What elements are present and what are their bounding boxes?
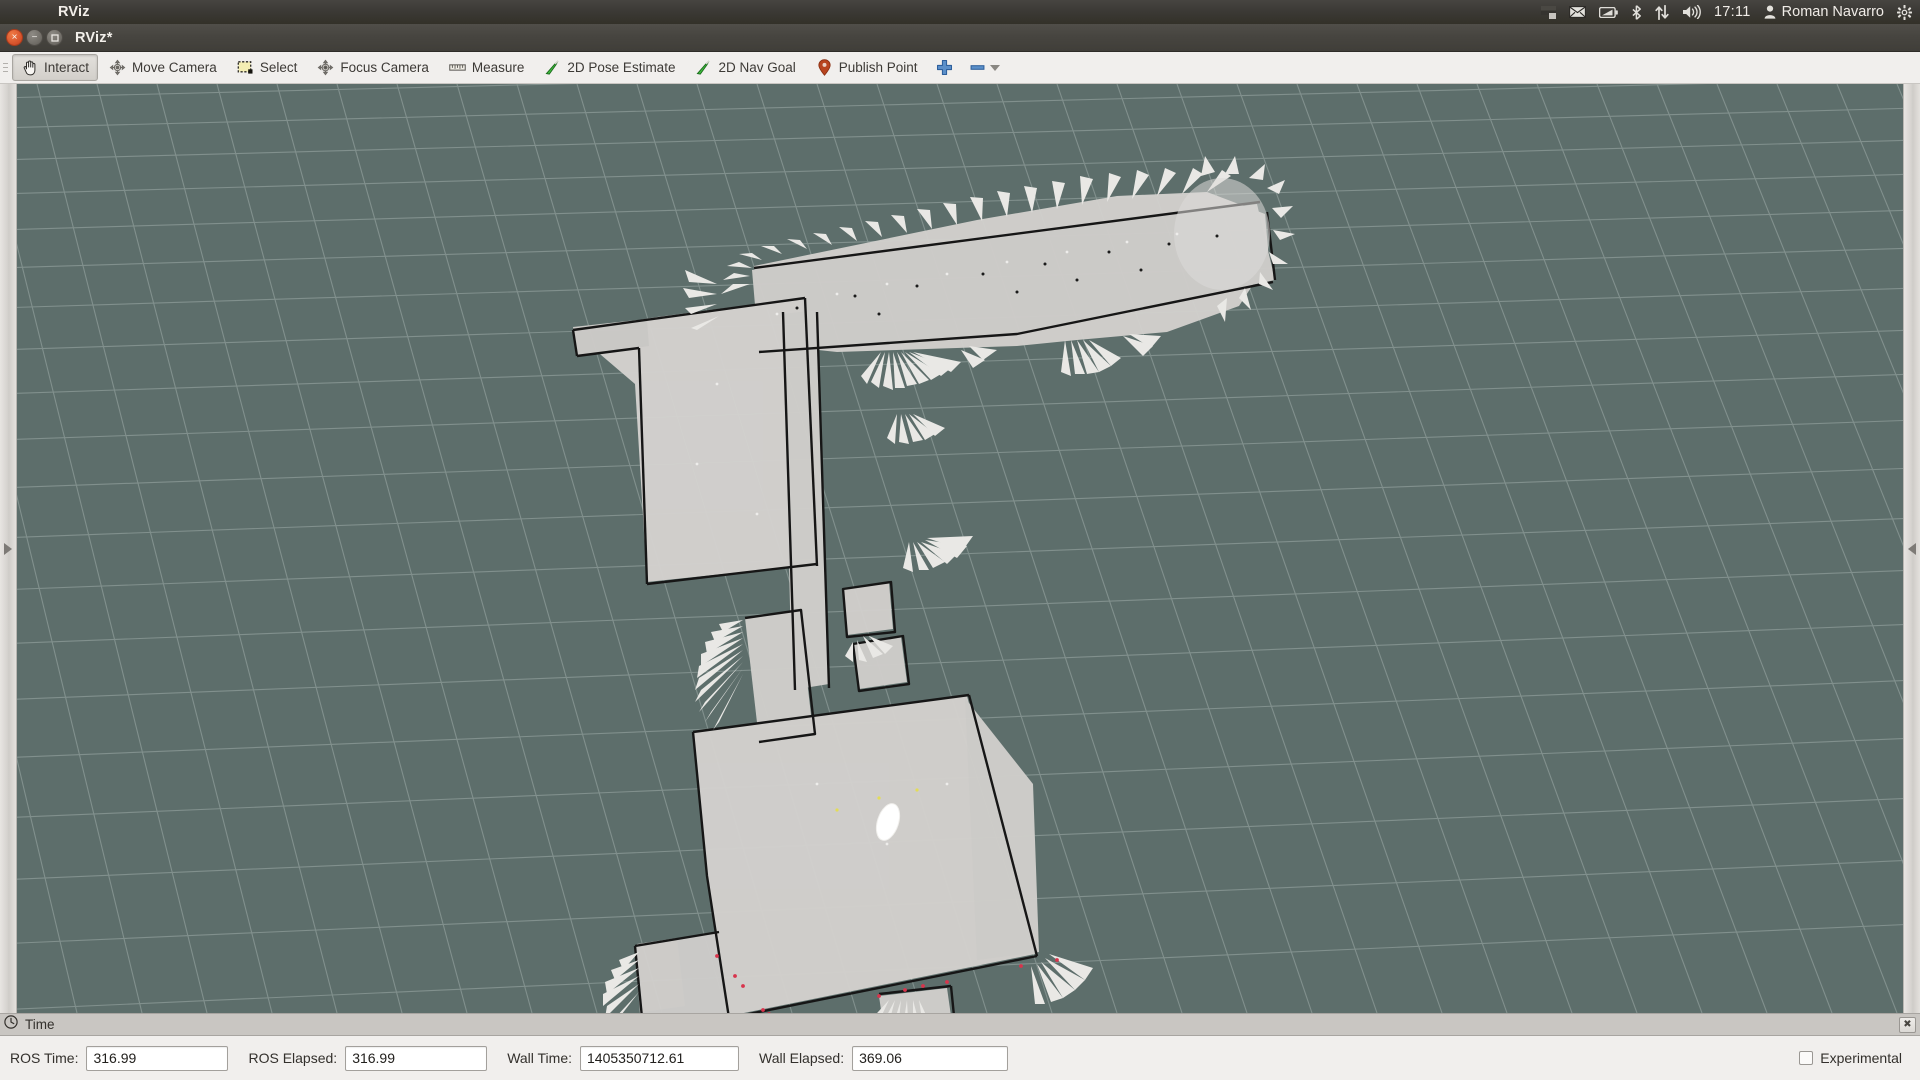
window-maximize-button[interactable] [46,29,63,46]
focus-camera-icon [317,59,334,76]
minus-icon [969,59,986,76]
viewport-scene [17,84,1903,1013]
add-tool-button[interactable] [929,54,960,81]
right-panel-splitter[interactable] [1903,84,1920,1013]
display-icon[interactable] [1540,5,1556,19]
chevron-right-icon[interactable] [4,542,12,555]
unity-top-panel: RViz 17:11 Roman Navarro [0,0,1920,24]
tool-button-select[interactable]: Select [228,54,307,81]
move-camera-icon [109,59,126,76]
select-rect-icon [237,59,254,76]
unity-app-menu-title[interactable]: RViz [58,4,90,20]
tool-label-focus-camera: Focus Camera [340,59,429,75]
render-area-wrapper [0,84,1920,1013]
tool-button-2d-pose-estimate[interactable]: 2D Pose Estimate [535,54,684,81]
window-titlebar: × − RViz* [0,24,1920,52]
user-name-label: Roman Navarro [1781,4,1884,20]
tool-button-measure[interactable]: Measure [440,54,534,81]
map-pin-icon [816,59,833,76]
tool-label-publish-point: Publish Point [838,59,918,75]
rviz-3d-viewport[interactable] [17,84,1903,1013]
tool-label-2d-nav-goal: 2D Nav Goal [718,59,796,75]
tool-button-publish-point[interactable]: Publish Point [807,54,927,81]
window-controls: × − [6,29,63,46]
map-region-centre-small-a [843,583,893,635]
ros-elapsed-label: ROS Elapsed: [248,1050,338,1066]
wall-elapsed-input[interactable] [852,1045,1009,1071]
tool-button-interact[interactable]: Interact [12,54,99,81]
hand-cursor-icon [21,59,38,76]
window-title: RViz* [75,29,113,46]
rviz-toolbar: Interact Move Camera Select Focus Camera… [0,52,1920,84]
ros-time-group: ROS Time: [10,1045,229,1071]
remove-tool-button[interactable] [962,54,1007,81]
wall-time-group: Wall Time: [507,1045,740,1071]
wall-elapsed-group: Wall Elapsed: [759,1045,1009,1071]
toolbar-drag-handle[interactable] [0,52,11,84]
tool-button-focus-camera[interactable]: Focus Camera [308,54,438,81]
user-menu[interactable]: Roman Navarro [1764,4,1884,20]
volume-icon[interactable] [1682,5,1701,19]
close-icon[interactable]: ✖ [1899,1016,1916,1033]
tool-label-interact: Interact [44,59,90,75]
tool-label-select: Select [259,59,298,75]
tool-label-move-camera: Move Camera [132,59,217,75]
system-tray: 17:11 Roman Navarro [1540,4,1920,20]
time-panel: Time ✖ ROS Time: ROS Elapsed: Wall Time:… [0,1013,1920,1080]
ros-time-input[interactable] [86,1045,229,1071]
time-panel-fields: ROS Time: ROS Elapsed: Wall Time: Wall E… [0,1036,1920,1080]
wall-time-input[interactable] [580,1045,740,1071]
time-panel-title: Time [25,1017,55,1032]
system-clock[interactable]: 17:11 [1714,4,1751,20]
user-icon [1764,5,1776,19]
tool-label-2d-pose-estimate: 2D Pose Estimate [567,59,676,75]
experimental-checkbox-group[interactable]: Experimental [1799,1050,1910,1066]
ros-elapsed-input[interactable] [345,1045,488,1071]
gear-icon[interactable] [1897,4,1912,20]
green-arrow-icon [544,59,561,76]
time-panel-header: Time ✖ [0,1014,1920,1036]
wall-elapsed-label: Wall Elapsed: [759,1050,845,1066]
tool-label-measure: Measure [471,59,525,75]
window-minimize-button[interactable]: − [26,29,43,46]
wall-time-label: Wall Time: [507,1050,573,1066]
network-icon[interactable] [1655,4,1669,20]
chevron-down-icon[interactable] [989,64,1000,71]
map-region-lower-left-annex2 [637,938,685,1012]
bluetooth-icon[interactable] [1631,4,1642,20]
chevron-left-icon[interactable] [1908,542,1916,555]
experimental-label: Experimental [1820,1050,1902,1066]
battery-icon[interactable] [1598,6,1618,18]
experimental-checkbox[interactable] [1799,1051,1814,1065]
green-arrow-icon [695,59,712,76]
ros-time-label: ROS Time: [10,1050,79,1066]
ros-elapsed-group: ROS Elapsed: [248,1045,488,1071]
plus-icon [936,59,953,76]
tool-button-2d-nav-goal[interactable]: 2D Nav Goal [686,54,804,81]
left-panel-splitter[interactable] [0,84,17,1013]
mail-icon[interactable] [1568,6,1586,18]
window-close-button[interactable]: × [6,29,23,46]
ruler-icon [449,59,466,76]
clock-icon [4,1015,18,1034]
tool-button-move-camera[interactable]: Move Camera [100,54,226,81]
